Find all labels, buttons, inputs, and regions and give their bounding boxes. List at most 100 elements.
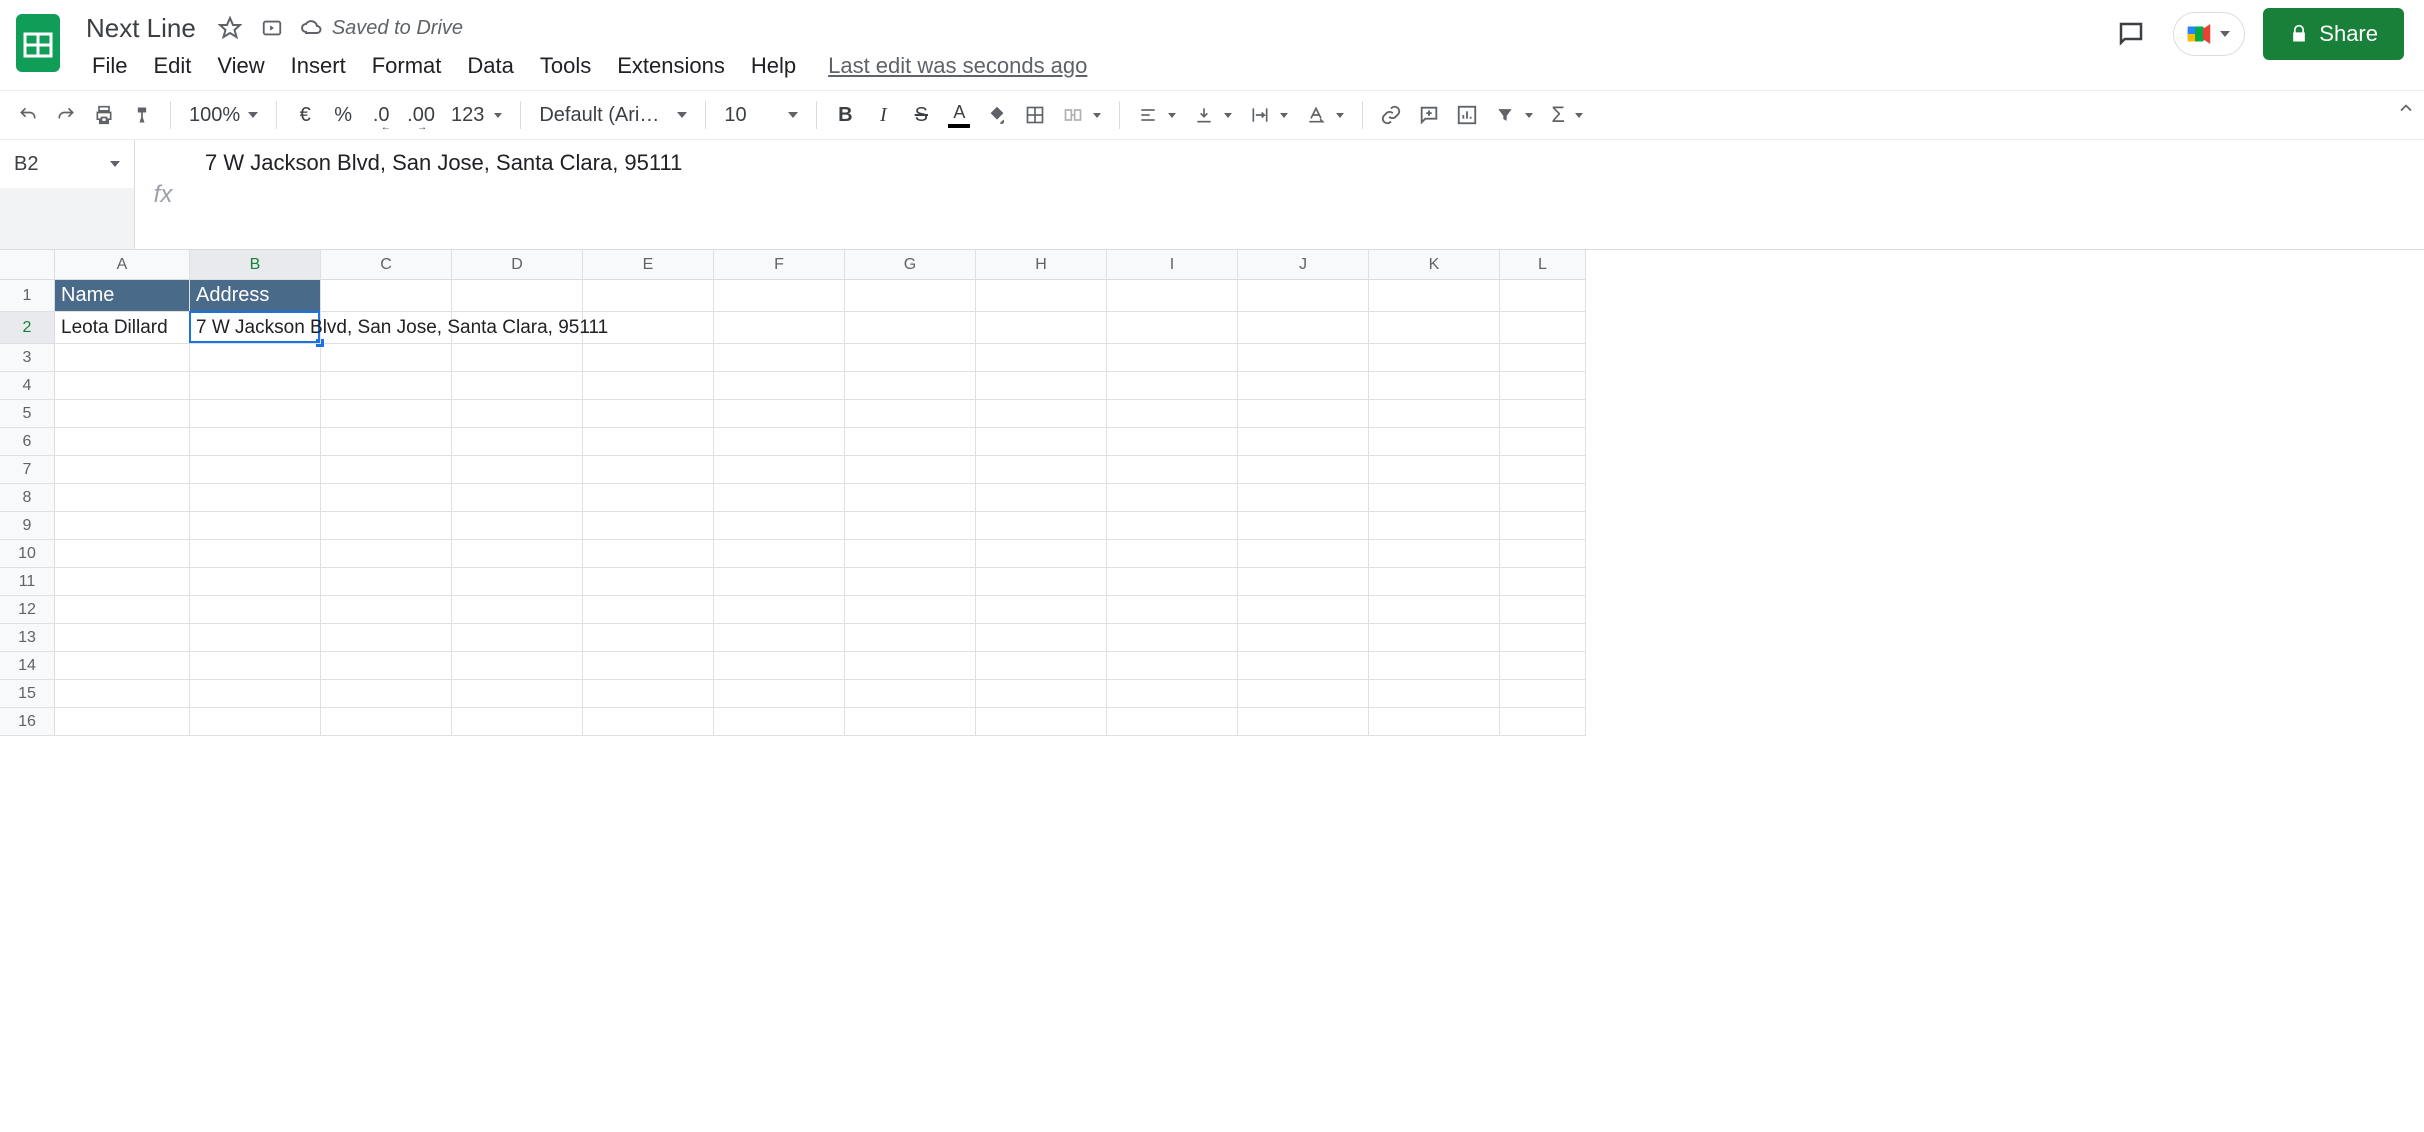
- row-header[interactable]: 1: [0, 280, 55, 312]
- cell[interactable]: [1500, 568, 1586, 596]
- row-header[interactable]: 8: [0, 484, 55, 512]
- column-header[interactable]: A: [55, 250, 190, 280]
- insert-link-button[interactable]: [1373, 97, 1409, 133]
- cell[interactable]: 7 W Jackson Blvd, San Jose, Santa Clara,…: [190, 312, 321, 344]
- column-header[interactable]: E: [583, 250, 714, 280]
- row-header[interactable]: 4: [0, 372, 55, 400]
- cell[interactable]: [1238, 280, 1369, 312]
- row-header[interactable]: 14: [0, 652, 55, 680]
- cell[interactable]: [1500, 344, 1586, 372]
- formula-bar[interactable]: 7 W Jackson Blvd, San Jose, Santa Clara,…: [191, 140, 2424, 249]
- row-header[interactable]: 11: [0, 568, 55, 596]
- last-edit-link[interactable]: Last edit was seconds ago: [828, 53, 1087, 79]
- cell[interactable]: Leota Dillard: [55, 312, 190, 344]
- column-header[interactable]: D: [452, 250, 583, 280]
- cell[interactable]: [452, 596, 583, 624]
- cell[interactable]: [1238, 708, 1369, 736]
- cell[interactable]: [1369, 680, 1500, 708]
- cell[interactable]: [452, 280, 583, 312]
- cell[interactable]: [714, 428, 845, 456]
- cell[interactable]: [55, 428, 190, 456]
- cell[interactable]: [321, 400, 452, 428]
- cell[interactable]: [1369, 312, 1500, 344]
- cell[interactable]: [845, 596, 976, 624]
- cell[interactable]: [976, 344, 1107, 372]
- cell[interactable]: [1369, 652, 1500, 680]
- cell[interactable]: [1369, 280, 1500, 312]
- column-header[interactable]: C: [321, 250, 452, 280]
- cell[interactable]: [1500, 652, 1586, 680]
- cell[interactable]: [190, 372, 321, 400]
- cell[interactable]: [1238, 484, 1369, 512]
- cell[interactable]: [452, 540, 583, 568]
- cell[interactable]: [55, 344, 190, 372]
- menu-help[interactable]: Help: [739, 49, 808, 83]
- cell[interactable]: [452, 624, 583, 652]
- column-header[interactable]: L: [1500, 250, 1586, 280]
- decrease-decimal-button[interactable]: .0←: [363, 97, 399, 133]
- cell[interactable]: [190, 624, 321, 652]
- italic-button[interactable]: I: [865, 97, 901, 133]
- row-header[interactable]: 3: [0, 344, 55, 372]
- cell[interactable]: [55, 652, 190, 680]
- cell[interactable]: [190, 428, 321, 456]
- cell[interactable]: [583, 372, 714, 400]
- row-header[interactable]: 10: [0, 540, 55, 568]
- cell[interactable]: [976, 456, 1107, 484]
- cell[interactable]: [714, 400, 845, 428]
- star-icon[interactable]: [216, 14, 244, 42]
- cell[interactable]: [55, 680, 190, 708]
- strikethrough-button[interactable]: S: [903, 97, 939, 133]
- cell[interactable]: [845, 708, 976, 736]
- cell[interactable]: [1500, 596, 1586, 624]
- column-header[interactable]: J: [1238, 250, 1369, 280]
- cell[interactable]: [190, 344, 321, 372]
- cell[interactable]: [1369, 624, 1500, 652]
- column-header[interactable]: B: [190, 250, 321, 280]
- cell[interactable]: [1369, 400, 1500, 428]
- cell[interactable]: [845, 512, 976, 540]
- row-header[interactable]: 16: [0, 708, 55, 736]
- cell[interactable]: [321, 596, 452, 624]
- cell[interactable]: [1500, 484, 1586, 512]
- cell[interactable]: [321, 680, 452, 708]
- cell[interactable]: [321, 372, 452, 400]
- borders-button[interactable]: [1017, 97, 1053, 133]
- cloud-status[interactable]: Saved to Drive: [300, 16, 463, 40]
- functions-dropdown[interactable]: Σ: [1543, 102, 1591, 128]
- cell[interactable]: [1107, 568, 1238, 596]
- cell[interactable]: [1238, 344, 1369, 372]
- cell[interactable]: [321, 540, 452, 568]
- cell[interactable]: [1238, 680, 1369, 708]
- cell[interactable]: [1369, 540, 1500, 568]
- cell[interactable]: [1238, 568, 1369, 596]
- cell[interactable]: [1369, 456, 1500, 484]
- cell[interactable]: [845, 428, 976, 456]
- cell[interactable]: [1500, 680, 1586, 708]
- font-family-dropdown[interactable]: Default (Ari…: [531, 104, 695, 127]
- cell[interactable]: [190, 512, 321, 540]
- cell[interactable]: [452, 512, 583, 540]
- cell[interactable]: [321, 568, 452, 596]
- cell[interactable]: [714, 512, 845, 540]
- cell[interactable]: [1107, 708, 1238, 736]
- cell[interactable]: [976, 652, 1107, 680]
- cell[interactable]: [583, 624, 714, 652]
- vertical-align-dropdown[interactable]: [1186, 105, 1240, 125]
- cell[interactable]: [1500, 428, 1586, 456]
- cell[interactable]: [1369, 344, 1500, 372]
- cell[interactable]: [1369, 568, 1500, 596]
- column-header[interactable]: I: [1107, 250, 1238, 280]
- cell[interactable]: [55, 596, 190, 624]
- cell[interactable]: [321, 344, 452, 372]
- cell[interactable]: [714, 624, 845, 652]
- cells-area[interactable]: NameAddressLeota Dillard7 W Jackson Blvd…: [55, 280, 1586, 736]
- cell[interactable]: [1500, 708, 1586, 736]
- row-header[interactable]: 15: [0, 680, 55, 708]
- cell[interactable]: [976, 428, 1107, 456]
- cell[interactable]: [845, 400, 976, 428]
- cell[interactable]: [976, 400, 1107, 428]
- column-header[interactable]: H: [976, 250, 1107, 280]
- cell[interactable]: [1238, 652, 1369, 680]
- cell[interactable]: [1107, 540, 1238, 568]
